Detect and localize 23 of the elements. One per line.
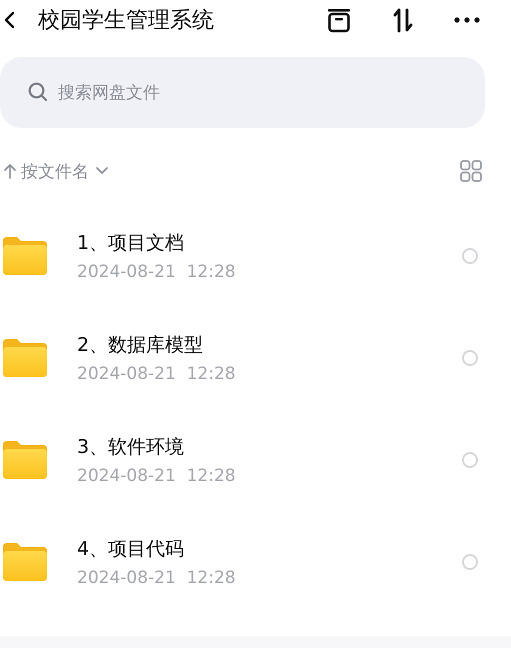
up-arrow-icon	[3, 163, 17, 179]
file-date: 2024-08-21 12:28	[77, 262, 237, 282]
folder-icon	[3, 543, 47, 581]
select-radio[interactable]	[462, 248, 478, 264]
folder-icon	[3, 339, 47, 377]
select-radio[interactable]	[462, 452, 478, 468]
search-icon	[28, 82, 48, 102]
grid-view-icon[interactable]	[460, 160, 482, 182]
search-field[interactable]: 搜索网盘文件	[0, 57, 485, 128]
file-date: 2024-08-21 12:28	[77, 466, 237, 486]
folder-icon	[3, 237, 47, 275]
back-icon[interactable]	[2, 10, 16, 30]
archive-icon[interactable]	[325, 6, 353, 34]
select-radio[interactable]	[462, 554, 478, 570]
file-date: 2024-08-21 12:28	[77, 568, 237, 588]
file-name[interactable]: 1、项目文档	[77, 230, 462, 256]
page-title: 校园学生管理系统	[38, 7, 215, 35]
file-name[interactable]: 3、软件环境	[77, 434, 462, 460]
file-name[interactable]: 2、数据库模型	[77, 332, 462, 358]
file-name[interactable]: 4、项目代码	[77, 536, 462, 562]
file-date: 2024-08-21 12:28	[77, 364, 237, 384]
select-radio[interactable]	[462, 350, 478, 366]
folder-icon	[3, 441, 47, 479]
